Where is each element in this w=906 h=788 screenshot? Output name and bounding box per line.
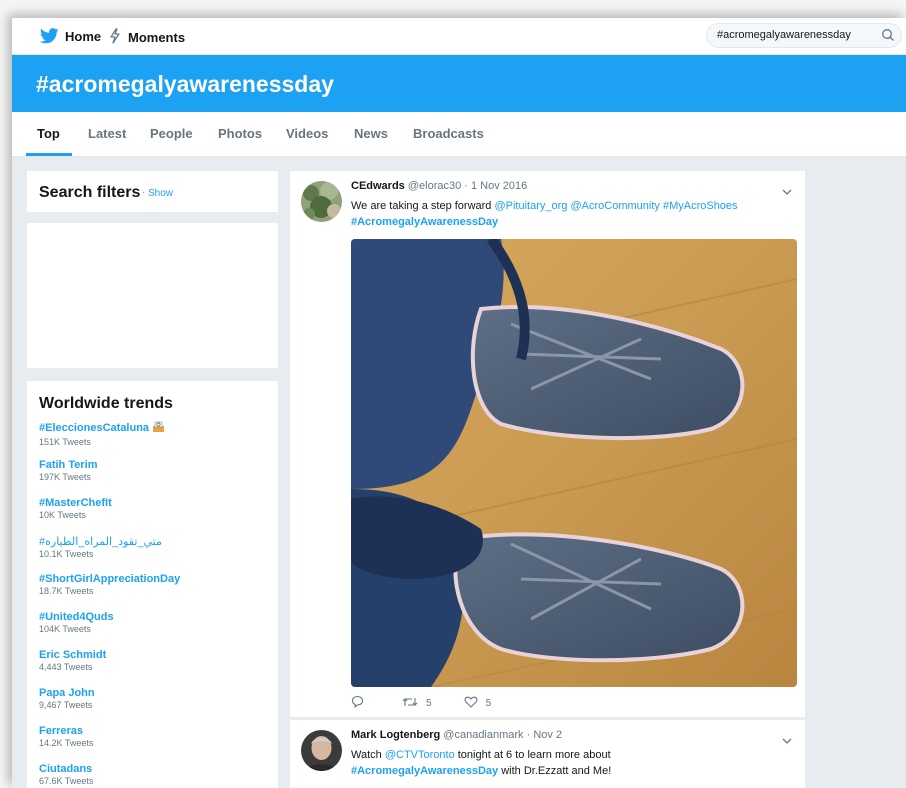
tab-videos[interactable]: Videos bbox=[286, 126, 328, 141]
retweet-button[interactable]: 5 bbox=[402, 696, 432, 711]
trend-count: 67.6K Tweets bbox=[39, 776, 94, 786]
tab-people[interactable]: People bbox=[150, 126, 193, 141]
twitter-bird-icon bbox=[40, 28, 59, 44]
search-input[interactable]: #acromegalyawarenessday bbox=[706, 23, 902, 48]
tweet-text: We are taking a step forward @Pituitary_… bbox=[351, 200, 738, 228]
tab-broadcasts[interactable]: Broadcasts bbox=[413, 126, 484, 141]
search-tabs: Top Latest People Photos Videos News Bro… bbox=[12, 112, 906, 157]
heart-icon bbox=[464, 696, 478, 711]
tweet-header: CEdwards @elorac30 · 1 Nov 2016 bbox=[351, 180, 527, 192]
trends-title: Worldwide trends bbox=[39, 395, 173, 412]
moments-bolt-icon bbox=[108, 28, 122, 47]
trend-name: Fatih Terim bbox=[39, 459, 98, 471]
tweet-header: Mark Logtenberg @canadianmark · Nov 2 bbox=[351, 729, 562, 741]
trend-count: 197K Tweets bbox=[39, 472, 91, 482]
separator-dot: · bbox=[142, 187, 146, 198]
trend-item[interactable]: Ferreras 14.2K Tweets bbox=[39, 725, 93, 748]
trend-name: #متي_تقود_المراه_الطياره bbox=[39, 536, 162, 548]
trend-name: #EleccionesCataluna bbox=[39, 421, 165, 436]
trend-name: #ShortGirlAppreciationDay bbox=[39, 573, 181, 585]
search-filters-title: Search filters bbox=[39, 184, 141, 201]
reply-icon bbox=[351, 695, 364, 711]
avatar[interactable] bbox=[301, 730, 342, 771]
trend-name: Ferreras bbox=[39, 725, 84, 737]
like-button[interactable]: 5 bbox=[464, 696, 492, 711]
tab-top[interactable]: Top bbox=[37, 126, 60, 141]
nav-moments-label: Moments bbox=[128, 30, 186, 45]
mention-link[interactable]: @AcroCommunity bbox=[570, 200, 659, 212]
like-count: 5 bbox=[485, 697, 492, 709]
empty-module bbox=[26, 222, 279, 369]
trend-name: Eric Schmidt bbox=[39, 649, 107, 661]
tweet-photo[interactable] bbox=[351, 239, 797, 687]
tweet-actions: 5 5 bbox=[351, 695, 491, 711]
trend-item[interactable]: Papa John 9,467 Tweets bbox=[39, 687, 95, 710]
trend-item[interactable]: Ciutadans 67.6K Tweets bbox=[39, 763, 93, 786]
tab-photos[interactable]: Photos bbox=[218, 126, 262, 141]
trend-count: 104K Tweets bbox=[39, 624, 91, 634]
trend-count: 10.1K Tweets bbox=[39, 549, 94, 559]
nav-home[interactable]: Home bbox=[40, 28, 101, 44]
mention-link[interactable]: @Pituitary_org bbox=[494, 200, 567, 212]
avatar[interactable] bbox=[301, 181, 342, 222]
page-title: #acromegalyawarenessday bbox=[36, 71, 334, 97]
tweet[interactable]: Mark Logtenberg @canadianmark · Nov 2 Wa… bbox=[289, 719, 806, 788]
trend-item[interactable]: #متي_تقود_المراه_الطياره 10.1K Tweets bbox=[39, 535, 162, 559]
trend-name: Ciutadans bbox=[39, 763, 93, 775]
trend-item[interactable]: Fatih Terim 197K Tweets bbox=[39, 459, 97, 482]
trend-name: #MasterChefIt bbox=[39, 497, 112, 509]
nav-moments[interactable]: Moments bbox=[108, 28, 185, 47]
search-filters-show-link[interactable]: Show bbox=[148, 188, 173, 199]
tweet-author-name[interactable]: CEdwards bbox=[351, 180, 405, 192]
trend-item[interactable]: Eric Schmidt 4,443 Tweets bbox=[39, 649, 106, 672]
trend-item[interactable]: #MasterChefIt 10K Tweets bbox=[39, 497, 112, 520]
hashtag-link[interactable]: #MyAcroShoes bbox=[663, 200, 738, 212]
trend-name: Papa John bbox=[39, 687, 95, 699]
retweet-icon bbox=[402, 696, 418, 711]
tab-news[interactable]: News bbox=[354, 126, 388, 141]
ballot-box-icon bbox=[152, 421, 165, 436]
reply-button[interactable] bbox=[351, 695, 364, 711]
tweet-meta: @canadianmark · Nov 2 bbox=[443, 729, 563, 741]
trend-item[interactable]: #ShortGirlAppreciationDay 18.7K Tweets bbox=[39, 573, 180, 596]
trend-count: 18.7K Tweets bbox=[39, 586, 94, 596]
trend-count: 14.2K Tweets bbox=[39, 738, 94, 748]
search-icon[interactable] bbox=[881, 28, 895, 45]
mention-link[interactable]: @CTVToronto bbox=[385, 749, 455, 761]
search-input-value: #acromegalyawarenessday bbox=[717, 29, 851, 41]
trend-count: 151K Tweets bbox=[39, 437, 91, 447]
active-tab-indicator bbox=[26, 153, 72, 156]
retweet-count: 5 bbox=[426, 697, 432, 709]
top-navigation: Home Moments #acromegalyawarenessday bbox=[12, 18, 906, 55]
tweet-text: Watch @CTVToronto tonight at 6 to learn … bbox=[351, 749, 612, 777]
nav-home-label: Home bbox=[65, 28, 102, 44]
trend-count: 9,467 Tweets bbox=[39, 700, 93, 710]
tweet[interactable]: CEdwards @elorac30 · 1 Nov 2016 We are t… bbox=[289, 170, 806, 718]
trend-item[interactable]: #EleccionesCataluna 151K Tweets bbox=[39, 421, 165, 447]
search-banner: #acromegalyawarenessday bbox=[12, 55, 906, 112]
trend-item[interactable]: #United4Quds 104K Tweets bbox=[39, 611, 114, 634]
trends-card: Worldwide trends #EleccionesCataluna 151… bbox=[26, 380, 279, 788]
hashtag-link[interactable]: #AcromegalyAwarenessDay bbox=[351, 765, 498, 777]
tweet-meta: @elorac30 · 1 Nov 2016 bbox=[407, 180, 528, 192]
tweet-author-name[interactable]: Mark Logtenberg bbox=[351, 729, 440, 741]
trend-count: 10K Tweets bbox=[39, 510, 86, 520]
browser-window: Home Moments #acromegalyawarenessday #ac… bbox=[12, 18, 906, 788]
trend-count: 4,443 Tweets bbox=[39, 662, 93, 672]
trend-name: #United4Quds bbox=[39, 611, 114, 623]
hashtag-link[interactable]: #AcromegalyAwarenessDay bbox=[351, 216, 498, 228]
tab-latest[interactable]: Latest bbox=[88, 126, 126, 141]
search-filters-card: Search filters · Show bbox=[26, 170, 279, 213]
